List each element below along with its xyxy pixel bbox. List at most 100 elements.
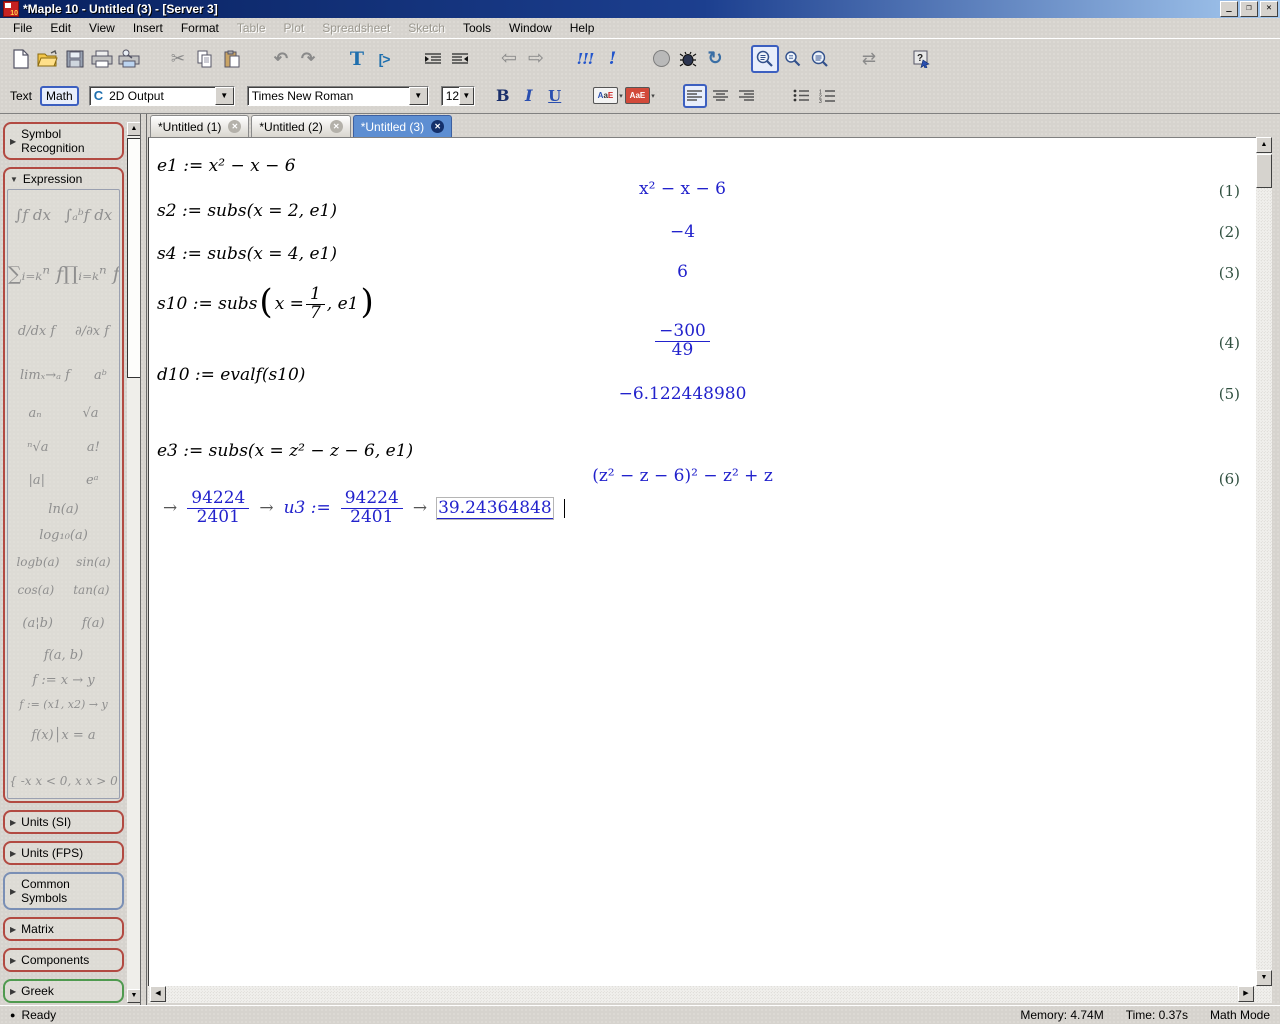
tab-close-icon[interactable]: ✕ bbox=[330, 120, 343, 133]
output-style-combo[interactable]: C 2D Output ▼ bbox=[89, 86, 235, 106]
execute-icon[interactable]: ! bbox=[599, 46, 625, 72]
document-vertical-scrollbar[interactable]: ▲ ▼ bbox=[1256, 137, 1272, 986]
palette-item-definite-integral[interactable]: ∫ₐᵇf dx bbox=[64, 206, 112, 224]
print-icon[interactable] bbox=[89, 46, 115, 72]
sidebar-scrollbar[interactable]: ▲ ▼ bbox=[127, 122, 141, 1003]
palette-item-binomial[interactable]: (a¦b) bbox=[22, 616, 53, 631]
font-size-combo[interactable]: 12 ▼ bbox=[441, 86, 475, 106]
palette-item-eval-at[interactable]: f(x)│x = a bbox=[31, 728, 95, 743]
math-output-6[interactable]: (z² − z − 6)² − z² + z bbox=[149, 466, 1216, 486]
bullet-list-button[interactable] bbox=[789, 84, 813, 108]
tab-untitled-1[interactable]: *Untitled (1) ✕ bbox=[150, 115, 249, 137]
palette-item-product[interactable]: ∏ᵢ₌ₖⁿ f bbox=[63, 263, 120, 285]
math-output-2[interactable]: −4 bbox=[149, 222, 1216, 242]
palette-item-partial-derivative[interactable]: ∂∕∂x f bbox=[75, 324, 109, 339]
palette-item-function[interactable]: f(a) bbox=[82, 616, 105, 631]
palette-item-sin[interactable]: sin(a) bbox=[76, 555, 110, 569]
chevron-down-icon[interactable]: ▼ bbox=[409, 87, 428, 105]
debug-icon[interactable] bbox=[675, 46, 701, 72]
palette-components[interactable]: ▶ Components bbox=[3, 948, 124, 972]
palette-item-mapping[interactable]: f := x → y bbox=[32, 673, 94, 688]
scroll-left-icon[interactable]: ◀ bbox=[150, 986, 166, 1002]
chevron-down-icon[interactable]: ▼ bbox=[459, 87, 474, 105]
palette-item-mapping2[interactable]: f := (x1, x2) → y bbox=[19, 698, 107, 711]
palette-item-piecewise[interactable]: { -x x < 0, x x > 0 bbox=[9, 774, 117, 788]
palette-item-abs[interactable]: |a| bbox=[28, 473, 45, 488]
minimize-button[interactable]: _ bbox=[1220, 1, 1238, 17]
menu-insert[interactable]: Insert bbox=[124, 18, 172, 38]
scroll-up-icon[interactable]: ▲ bbox=[1256, 137, 1272, 153]
menu-format[interactable]: Format bbox=[172, 18, 228, 38]
undo-icon[interactable]: ↶ bbox=[268, 46, 294, 72]
math-output-5[interactable]: −6.122448980 bbox=[149, 384, 1216, 404]
restart-icon[interactable]: ↻ bbox=[702, 46, 728, 72]
palette-item-summation[interactable]: ∑ᵢ₌ₖⁿ f bbox=[8, 263, 63, 285]
menu-help[interactable]: Help bbox=[561, 18, 604, 38]
paragraph-style-button[interactable]: AaE▾ bbox=[625, 84, 655, 108]
cut-icon[interactable]: ✂ bbox=[165, 46, 191, 72]
align-center-button[interactable] bbox=[709, 84, 733, 108]
menu-view[interactable]: View bbox=[80, 18, 124, 38]
sidebar-scroll-thumb[interactable] bbox=[127, 138, 141, 378]
worksheet-editor[interactable]: e1 := x² − x − 6 x² − x − 6 (1) s2 := su… bbox=[148, 137, 1256, 986]
align-right-button[interactable] bbox=[735, 84, 759, 108]
menu-window[interactable]: Window bbox=[500, 18, 561, 38]
palette-symbol-recognition[interactable]: ▶ Symbol Recognition bbox=[3, 122, 124, 160]
tab-close-icon[interactable]: ✕ bbox=[228, 120, 241, 133]
execute-all-icon[interactable]: !!! bbox=[572, 46, 598, 72]
math-continuation-line[interactable]: → 942242401 → u3 := 942242401 → 39.24364… bbox=[163, 490, 565, 527]
math-output-4[interactable]: −30049 bbox=[149, 323, 1216, 360]
italic-button[interactable]: I bbox=[517, 84, 541, 108]
underline-button[interactable]: U bbox=[543, 84, 567, 108]
close-button[interactable]: ✕ bbox=[1260, 1, 1278, 17]
paste-icon[interactable] bbox=[219, 46, 245, 72]
vertical-scroll-thumb[interactable] bbox=[1256, 154, 1272, 188]
palette-greek[interactable]: ▶ Greek bbox=[3, 979, 124, 1003]
palette-item-indefinite-integral[interactable]: ∫f dx bbox=[15, 206, 51, 224]
zoom-in-icon[interactable] bbox=[780, 46, 806, 72]
chevron-down-icon[interactable]: ▼ bbox=[215, 87, 234, 105]
save-icon[interactable] bbox=[62, 46, 88, 72]
palette-expression-header[interactable]: ▼ Expression bbox=[5, 169, 122, 189]
bold-button[interactable]: B bbox=[491, 84, 515, 108]
tab-toggle-icon[interactable]: ⇄ bbox=[856, 46, 882, 72]
palette-item-derivative[interactable]: d∕dx f bbox=[18, 324, 55, 339]
palette-item-sqrt[interactable]: √a bbox=[82, 406, 98, 421]
menu-tools[interactable]: Tools bbox=[454, 18, 500, 38]
palette-common-symbols[interactable]: ▶ Common Symbols bbox=[3, 872, 124, 910]
back-icon[interactable]: ⇦ bbox=[496, 46, 522, 72]
numbered-list-button[interactable]: 123 bbox=[815, 84, 839, 108]
palette-item-factorial[interactable]: a! bbox=[87, 440, 100, 455]
palette-units-si[interactable]: ▶ Units (SI) bbox=[3, 810, 124, 834]
tab-close-icon[interactable]: ✕ bbox=[431, 120, 444, 133]
restore-button[interactable]: ❐ bbox=[1240, 1, 1258, 17]
text-mode-label[interactable]: Text bbox=[10, 89, 32, 103]
math-input-e3[interactable]: e3 := subs(x = z² − z − 6, e1) bbox=[157, 441, 413, 461]
insert-math-input-icon[interactable]: [> bbox=[371, 46, 397, 72]
redo-icon[interactable]: ↷ bbox=[295, 46, 321, 72]
help-context-icon[interactable]: ? bbox=[909, 46, 935, 72]
new-document-icon[interactable] bbox=[8, 46, 34, 72]
stop-icon[interactable] bbox=[648, 46, 674, 72]
palette-item-subscript[interactable]: aₙ bbox=[28, 406, 41, 421]
scroll-right-icon[interactable]: ▶ bbox=[1238, 986, 1254, 1002]
palette-item-log10[interactable]: log₁₀(a) bbox=[39, 528, 88, 543]
math-output-1[interactable]: x² − x − 6 bbox=[149, 179, 1216, 199]
math-input-s2[interactable]: s2 := subs(x = 2, e1) bbox=[157, 201, 337, 221]
math-input-e1[interactable]: e1 := x² − x − 6 bbox=[157, 156, 296, 176]
palette-matrix[interactable]: ▶ Matrix bbox=[3, 917, 124, 941]
math-input-s10[interactable]: s10 := subs ( x = 17 , e1 ) bbox=[157, 286, 374, 323]
tab-untitled-3[interactable]: *Untitled (3) ✕ bbox=[353, 115, 452, 137]
palette-item-limit[interactable]: limₓ→ₐ f bbox=[20, 368, 70, 383]
palette-item-function2[interactable]: f(a, b) bbox=[44, 648, 83, 663]
print-preview-icon[interactable] bbox=[116, 46, 142, 72]
palette-item-cos[interactable]: cos(a) bbox=[18, 583, 55, 597]
palette-units-fps[interactable]: ▶ Units (FPS) bbox=[3, 841, 124, 865]
insert-text-icon[interactable]: T bbox=[344, 46, 370, 72]
palette-item-logb[interactable]: logb(a) bbox=[16, 555, 59, 569]
document-horizontal-scrollbar[interactable]: ◀ ▶ bbox=[148, 986, 1272, 1003]
copy-icon[interactable] bbox=[192, 46, 218, 72]
zoom-default-icon[interactable] bbox=[751, 45, 779, 73]
indent-icon[interactable] bbox=[420, 46, 446, 72]
palette-item-power[interactable]: aᵇ bbox=[94, 368, 107, 383]
